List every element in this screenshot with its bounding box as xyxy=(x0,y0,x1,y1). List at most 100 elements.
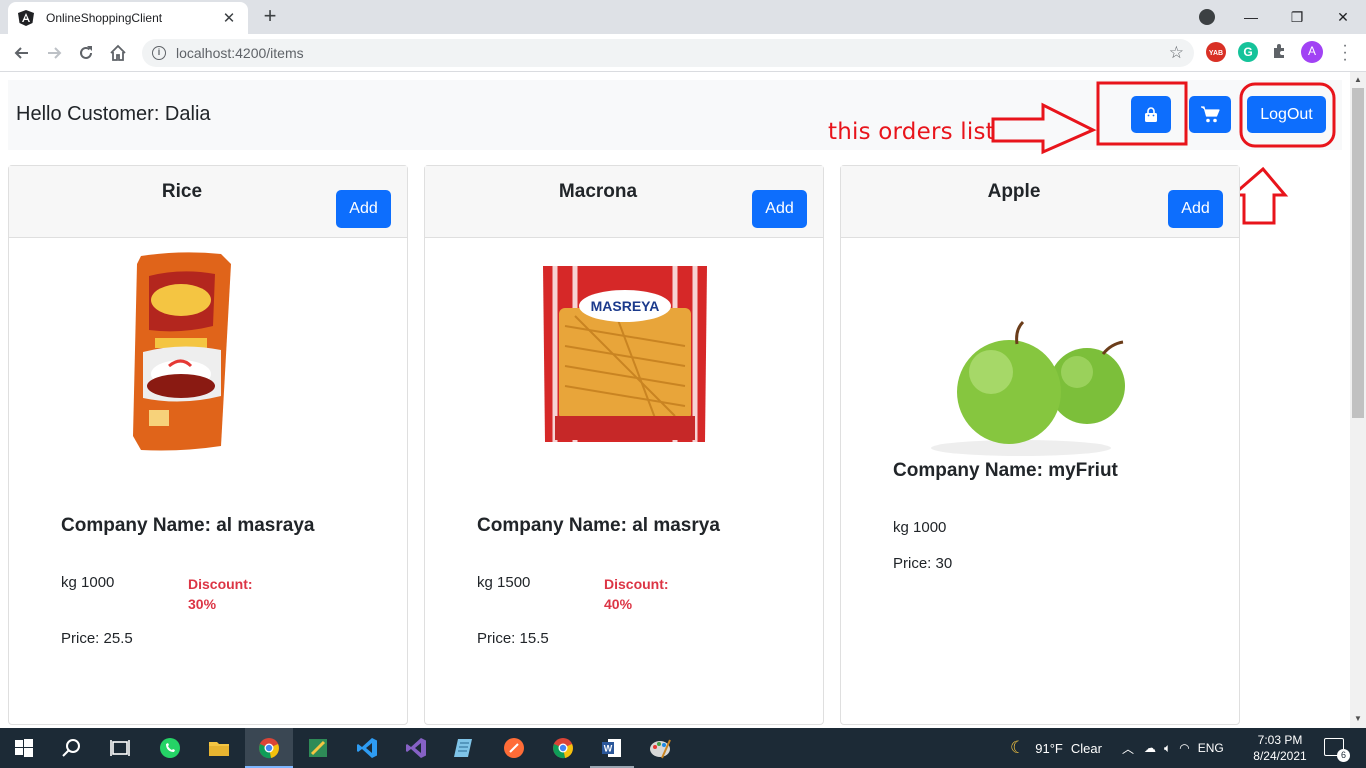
chrome-second-icon[interactable] xyxy=(551,736,575,760)
media-control-icon[interactable] xyxy=(1199,9,1215,25)
package-brand-text: MASREYA xyxy=(591,298,660,314)
clock-time: 7:03 PM xyxy=(1257,733,1303,747)
task-view-icon[interactable] xyxy=(108,736,132,760)
weather-widget[interactable]: ☾ 91°F Clear xyxy=(1010,728,1102,768)
customer-greeting: Hello Customer: Dalia xyxy=(16,103,211,125)
apple-product-image xyxy=(931,320,1125,456)
back-icon[interactable] xyxy=(10,41,34,65)
discount-value: 30% xyxy=(188,596,217,612)
svg-text:W: W xyxy=(604,744,613,754)
macaroni-product-image: MASREYA xyxy=(543,266,707,442)
discount-badge: Discount: 30% xyxy=(188,574,253,614)
product-price: Price: 25.5 xyxy=(61,630,133,647)
address-bar[interactable]: i localhost:4200/items ☆ xyxy=(142,39,1194,67)
chrome-icon[interactable] xyxy=(257,736,281,760)
language-indicator[interactable]: ENG xyxy=(1198,741,1224,755)
site-info-icon[interactable]: i xyxy=(152,46,166,60)
company-name: Company Name: al masraya xyxy=(61,515,315,536)
tab-title: OnlineShoppingClient xyxy=(46,11,163,25)
card-header: Apple Add xyxy=(841,166,1239,238)
chevron-up-icon[interactable]: ︿ xyxy=(1122,740,1134,757)
moon-icon: ☾ xyxy=(1010,738,1026,757)
windows-start-icon[interactable] xyxy=(12,736,36,760)
product-name: Apple xyxy=(987,181,1041,202)
browser-menu-icon[interactable]: · · · xyxy=(1340,38,1350,68)
shopping-cart-icon xyxy=(1201,105,1220,122)
snipping-tool-icon[interactable] xyxy=(306,736,330,760)
product-price: Price: 30 xyxy=(893,555,953,572)
window-controls: — ❐ ✕ xyxy=(1228,0,1366,34)
up-arrow-annotation xyxy=(1228,166,1289,225)
system-tray-icons: ︿ ☁ 🔈︎ ◠ ENG xyxy=(1122,728,1224,768)
discount-value: 40% xyxy=(604,596,633,612)
cloud-icon[interactable]: ☁ xyxy=(1144,741,1156,755)
new-tab-button[interactable]: + xyxy=(258,5,282,29)
forward-icon[interactable] xyxy=(42,41,66,65)
file-explorer-icon[interactable] xyxy=(207,736,231,760)
card-header: Rice Add xyxy=(9,166,407,238)
product-name: Macrona xyxy=(558,181,638,202)
product-weight: kg 1000 xyxy=(61,574,115,591)
cart-button[interactable] xyxy=(1189,96,1231,133)
windows-taskbar: W ☾ 91°F Clear ︿ ☁ 🔈︎ ◠ ENG 7:03 PM 8/24… xyxy=(0,728,1366,768)
card-header: Macrona Add xyxy=(425,166,823,238)
product-card-apple: Apple Add Company Name: myFriut kg 1000 … xyxy=(840,165,1240,725)
browser-tab[interactable]: OnlineShoppingClient ✕ xyxy=(8,2,248,34)
scrollbar-thumb[interactable] xyxy=(1352,88,1364,418)
product-weight: kg 1500 xyxy=(477,574,531,591)
shopping-bag-icon xyxy=(1145,106,1157,122)
add-to-cart-button[interactable]: Add xyxy=(336,190,391,228)
vscode-icon[interactable] xyxy=(355,736,379,760)
paint-icon[interactable] xyxy=(648,736,672,760)
browser-toolbar: i localhost:4200/items ☆ YAB G A · · · xyxy=(0,34,1366,72)
page-scrollbar[interactable]: ▲ ▼ xyxy=(1350,72,1366,728)
product-weight: kg 1000 xyxy=(893,519,947,536)
volume-icon[interactable]: 🔈︎ xyxy=(1164,741,1171,756)
grammarly-icon[interactable]: G xyxy=(1238,42,1258,62)
url-text[interactable]: localhost:4200/items xyxy=(176,45,304,61)
visual-studio-icon[interactable] xyxy=(404,736,428,760)
weather-temp: 91°F xyxy=(1035,740,1063,756)
discount-label: Discount: xyxy=(188,576,253,592)
product-card-macrona: Macrona Add MASREYA Company Name: al mas… xyxy=(424,165,824,725)
weather-desc: Clear xyxy=(1070,740,1102,756)
company-name: Company Name: al masrya xyxy=(477,515,720,536)
product-name: Rice xyxy=(161,181,203,202)
maximize-button[interactable]: ❐ xyxy=(1274,9,1320,26)
product-card-rice: Rice Add Company Name: al masraya kg 100… xyxy=(8,165,408,725)
product-price: Price: 15.5 xyxy=(477,630,549,647)
scroll-up-icon[interactable]: ▲ xyxy=(1354,75,1362,84)
search-icon[interactable] xyxy=(60,736,84,760)
add-to-cart-button[interactable]: Add xyxy=(752,190,807,228)
orders-list-button[interactable] xyxy=(1131,96,1171,133)
add-to-cart-button[interactable]: Add xyxy=(1168,190,1223,228)
profile-avatar[interactable]: A xyxy=(1301,41,1323,63)
tab-close-icon[interactable]: ✕ xyxy=(220,9,238,27)
top-navbar: Hello Customer: Dalia LogOut xyxy=(8,80,1342,150)
word-icon[interactable]: W xyxy=(600,736,624,760)
scroll-down-icon[interactable]: ▼ xyxy=(1354,714,1362,723)
page-content: Hello Customer: Dalia LogOut this orders… xyxy=(0,72,1350,728)
extensions-puzzle-icon[interactable] xyxy=(1270,42,1290,62)
logout-button[interactable]: LogOut xyxy=(1247,96,1326,133)
reload-icon[interactable] xyxy=(74,41,98,65)
notepad-icon[interactable] xyxy=(452,736,476,760)
whatsapp-icon[interactable] xyxy=(158,736,182,760)
annotation-label: this orders list xyxy=(828,119,995,145)
yab-extension-icon[interactable]: YAB xyxy=(1206,42,1226,62)
clock-date: 8/24/2021 xyxy=(1253,749,1307,763)
bookmark-star-icon[interactable]: ☆ xyxy=(1169,43,1184,63)
minimize-button[interactable]: — xyxy=(1228,9,1274,25)
discount-badge: Discount: 40% xyxy=(604,574,669,614)
postman-icon[interactable] xyxy=(502,736,526,760)
notification-center-icon[interactable]: 6 xyxy=(1324,738,1350,762)
system-clock[interactable]: 7:03 PM 8/24/2021 xyxy=(1238,732,1322,764)
angular-logo-icon xyxy=(18,10,34,26)
wifi-icon[interactable]: ◠ xyxy=(1179,741,1189,755)
close-window-button[interactable]: ✕ xyxy=(1320,9,1366,26)
home-icon[interactable] xyxy=(106,41,130,65)
company-name: Company Name: myFriut xyxy=(893,460,1118,481)
browser-tabstrip: OnlineShoppingClient ✕ + — ❐ ✕ xyxy=(0,0,1366,34)
notification-count: 6 xyxy=(1337,749,1350,762)
discount-label: Discount: xyxy=(604,576,669,592)
